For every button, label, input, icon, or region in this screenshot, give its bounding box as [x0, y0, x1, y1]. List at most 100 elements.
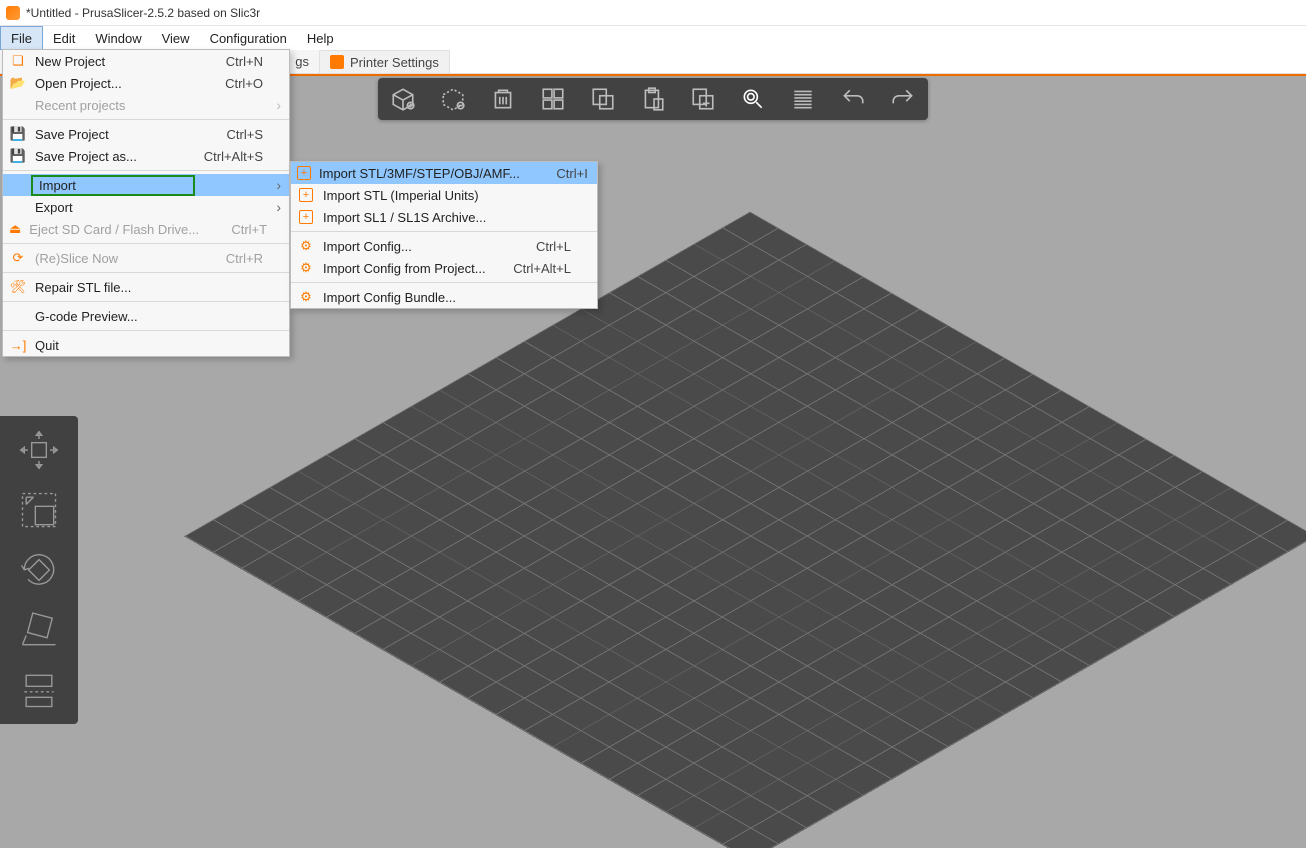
menu-edit[interactable]: Edit [43, 26, 85, 50]
menu-item-label: Import STL/3MF/STEP/OBJ/AMF... [319, 166, 520, 181]
menu-item-label: Import STL (Imperial Units) [323, 188, 479, 203]
cut-tool[interactable] [11, 666, 67, 714]
menu-configuration[interactable]: Configuration [200, 26, 297, 50]
tab-printer-label: Printer Settings [350, 55, 439, 70]
menu-item-shortcut: Ctrl+O [203, 76, 263, 91]
paste-button[interactable] [636, 82, 670, 116]
add-cube-button[interactable] [386, 82, 420, 116]
delete-all-button[interactable] [486, 82, 520, 116]
menu-item-label: Save Project [35, 127, 109, 142]
gear-icon: ⚙ [297, 238, 315, 254]
top-toolbar [378, 78, 928, 120]
side-toolbar [0, 416, 78, 724]
📂-icon: 📂 [9, 75, 27, 91]
import-menu-item[interactable]: + Import STL (Imperial Units) [291, 184, 597, 206]
blank-icon [9, 308, 27, 324]
import-menu-item[interactable]: ⚙ Import Config from Project... Ctrl+Alt+L [291, 257, 597, 279]
⏏-icon: ⏏ [9, 221, 21, 237]
file-menu-separator [3, 119, 289, 120]
menu-file[interactable]: File [0, 26, 43, 50]
menu-help[interactable]: Help [297, 26, 344, 50]
variable-layer-button[interactable] [786, 82, 820, 116]
file-menu-item[interactable]: 🛠 Repair STL file... [3, 276, 289, 298]
menu-item-label: Open Project... [35, 76, 122, 91]
file-menu-item[interactable]: 📂 Open Project... Ctrl+O [3, 72, 289, 94]
undo-button[interactable] [836, 82, 870, 116]
menu-item-label: Import Config Bundle... [323, 290, 456, 305]
plus-icon: + [297, 187, 315, 203]
import-menu-item[interactable]: ⚙Import Config...Ctrl+L [291, 235, 597, 257]
menu-item-label: Import [39, 178, 76, 193]
❏-icon: ❏ [9, 53, 27, 69]
place-on-face-tool[interactable] [11, 606, 67, 654]
menu-item-shortcut: Ctrl+Alt+L [511, 261, 571, 276]
arrange-button[interactable] [536, 82, 570, 116]
menu-view[interactable]: View [152, 26, 200, 50]
submenu-arrow-icon [271, 97, 281, 113]
tab-printer-settings[interactable]: Printer Settings [320, 50, 450, 73]
file-menu-item[interactable]: ❏ New Project Ctrl+N [3, 50, 289, 72]
gear-icon: ⚙ [297, 260, 315, 276]
file-menu-item[interactable]: G-code Preview... [3, 305, 289, 327]
→]-icon: →] [9, 337, 27, 353]
menu-item-shortcut: Ctrl+L [511, 239, 571, 254]
instance-add-button[interactable] [686, 82, 720, 116]
menu-item-label: Repair STL file... [35, 280, 131, 295]
menu-item-shortcut: Ctrl+T [207, 222, 267, 237]
rotate-tool[interactable] [11, 546, 67, 594]
menu-item-label: Import Config from Project... [323, 261, 486, 276]
menubar: File Edit Window View Configuration Help [0, 26, 1306, 50]
🛠-icon: 🛠 [9, 279, 27, 295]
file-menu-item[interactable]: →] Quit [3, 334, 289, 356]
file-menu-item[interactable]: 💾Save ProjectCtrl+S [3, 123, 289, 145]
import-menu-separator [291, 282, 597, 283]
menu-item-label: Export [35, 200, 73, 215]
search-button[interactable] [736, 82, 770, 116]
blank-icon [9, 199, 27, 215]
import-menu-item[interactable]: +Import STL/3MF/STEP/OBJ/AMF...Ctrl+I [291, 162, 597, 184]
menu-item-label: Save Project as... [35, 149, 137, 164]
titlebar: *Untitled - PrusaSlicer-2.5.2 based on S… [0, 0, 1306, 26]
menu-item-label: Import SL1 / SL1S Archive... [323, 210, 486, 225]
file-menu-item: Recent projects [3, 94, 289, 116]
💾-icon: 💾 [9, 126, 27, 142]
⟳-icon: ⟳ [9, 250, 27, 266]
menu-item-label: (Re)Slice Now [35, 251, 118, 266]
redo-button[interactable] [886, 82, 920, 116]
menu-item-label: New Project [35, 54, 105, 69]
menu-item-label: Recent projects [35, 98, 125, 113]
blank-icon [9, 177, 27, 193]
gears-icon: ⚙ [297, 289, 315, 305]
file-menu-separator [3, 170, 289, 171]
file-menu-separator [3, 272, 289, 273]
import-menu-item[interactable]: ⚙ Import Config Bundle... [291, 286, 597, 308]
delete-button[interactable] [436, 82, 470, 116]
plus-icon: + [297, 209, 315, 225]
move-tool[interactable] [11, 426, 67, 474]
menu-item-shortcut: Ctrl+I [528, 166, 588, 181]
menu-item-shortcut: Ctrl+N [203, 54, 263, 69]
scale-tool[interactable] [11, 486, 67, 534]
menu-window[interactable]: Window [85, 26, 151, 50]
menu-item-label: Eject SD Card / Flash Drive... [29, 222, 199, 237]
submenu-arrow-icon [271, 177, 281, 193]
tab-hidden-label: gs [295, 54, 309, 69]
submenu-arrow-icon [271, 199, 281, 215]
copy-button[interactable] [586, 82, 620, 116]
blank-icon [9, 97, 27, 113]
window-title: *Untitled - PrusaSlicer-2.5.2 based on S… [26, 6, 260, 20]
file-menu-separator [3, 243, 289, 244]
file-menu-item[interactable]: Export [3, 196, 289, 218]
file-menu-item: ⟳ (Re)Slice Now Ctrl+R [3, 247, 289, 269]
file-menu-item[interactable]: 💾 Save Project as... Ctrl+Alt+S [3, 145, 289, 167]
file-menu-item: ⏏ Eject SD Card / Flash Drive... Ctrl+T [3, 218, 289, 240]
file-menu-separator [3, 330, 289, 331]
💾-icon: 💾 [9, 148, 27, 164]
menu-item-shortcut: Ctrl+Alt+S [203, 149, 263, 164]
import-menu-separator [291, 231, 597, 232]
file-menu-item[interactable]: Import [3, 174, 289, 196]
import-menu-item[interactable]: + Import SL1 / SL1S Archive... [291, 206, 597, 228]
menu-item-shortcut: Ctrl+R [203, 251, 263, 266]
menu-item-label: Quit [35, 338, 59, 353]
file-menu-separator [3, 301, 289, 302]
